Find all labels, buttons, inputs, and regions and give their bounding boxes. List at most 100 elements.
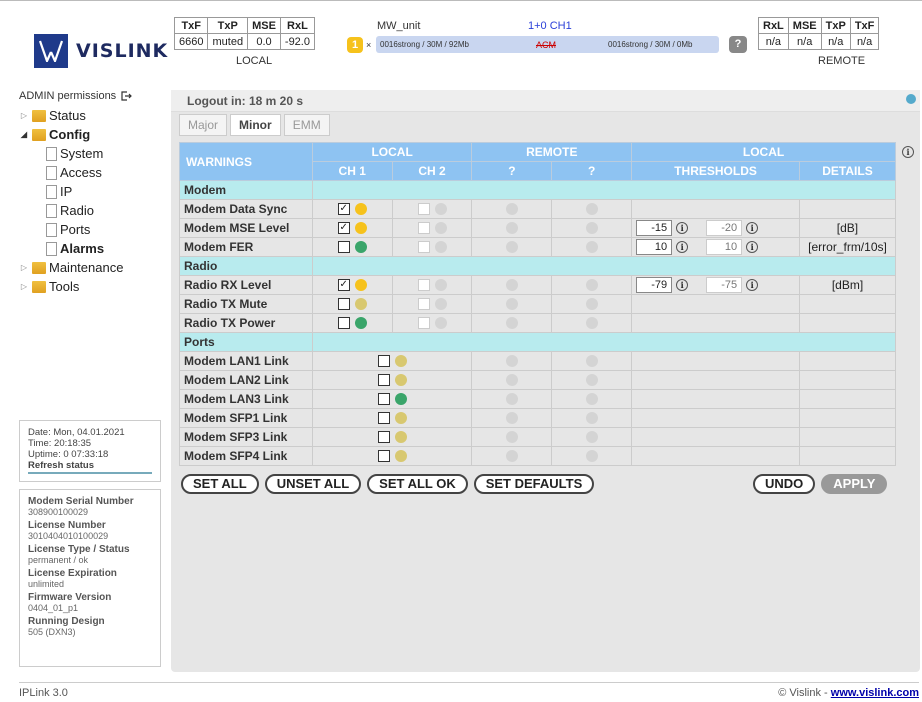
alarm-name: Modem SFP4 Link — [179, 446, 313, 466]
header-warnings: WARNINGS — [179, 142, 313, 181]
folder-icon — [32, 261, 46, 274]
alarm-name: Modem LAN2 Link — [179, 370, 313, 390]
alarm-name: Modem Data Sync — [179, 199, 313, 219]
local-value-mse: 0.0 — [247, 33, 281, 50]
alarm-checkbox[interactable] — [377, 393, 390, 405]
bulk-actions: SET ALL UNSET ALL SET ALL OK SET DEFAULT… — [181, 474, 595, 494]
threshold-input[interactable]: -15 — [636, 220, 673, 236]
alarm-checkbox[interactable] — [337, 317, 350, 329]
status-dot — [434, 222, 447, 234]
alarm-name: Modem SFP1 Link — [179, 408, 313, 428]
status-dot — [434, 298, 447, 310]
tab-emm[interactable]: EMM — [283, 114, 330, 136]
page-icon — [46, 146, 57, 161]
status-dot — [585, 241, 598, 253]
local-value-txf: 6660 — [173, 33, 209, 50]
info-value: 308900100029 — [28, 507, 89, 517]
threshold-input[interactable]: 10 — [636, 239, 673, 255]
nav-access[interactable]: Access — [19, 163, 161, 182]
remote-link-rate: 0016strong / 30M / 0Mb — [608, 40, 693, 49]
local-stats-table: TxF TxP MSE RxL 6660 muted 0.0 -92.0 — [173, 17, 315, 50]
status-dot — [505, 431, 518, 443]
info-icon[interactable]: i — [676, 279, 689, 291]
nav-ports[interactable]: Ports — [19, 220, 161, 239]
alarm-checkbox[interactable] — [377, 450, 390, 462]
info-icon[interactable]: i — [676, 222, 689, 234]
set-all-button[interactable]: SET ALL — [181, 474, 259, 494]
nav-ip[interactable]: IP — [19, 182, 161, 201]
nav-maintenance[interactable]: ▷ Maintenance — [19, 258, 161, 277]
alarm-checkbox[interactable]: ✓ — [337, 203, 350, 215]
apply-button[interactable]: APPLY — [821, 474, 888, 494]
info-icon[interactable]: i — [746, 241, 759, 253]
status-dot — [585, 450, 598, 462]
refresh-status-link[interactable]: Refresh status — [28, 460, 152, 474]
info-icon[interactable]: i — [746, 279, 759, 291]
status-box: Date: Mon, 04.01.2021 Time: 20:18:35 Upt… — [19, 420, 161, 482]
expand-icon: ▷ — [20, 111, 28, 120]
tab-major[interactable]: Major — [179, 114, 228, 136]
alarm-checkbox[interactable] — [377, 431, 390, 443]
alarm-checkbox-disabled — [417, 279, 430, 291]
local-header-rxl: RxL — [279, 17, 315, 34]
info-icon[interactable]: i — [746, 222, 759, 234]
tab-strip: Major Minor EMM — [179, 114, 330, 136]
logout-icon[interactable] — [120, 90, 133, 102]
alarm-name: Modem SFP3 Link — [179, 427, 313, 447]
alarm-name: Modem LAN1 Link — [179, 351, 313, 371]
status-dot — [585, 203, 598, 215]
copyright-text: © Vislink - — [778, 687, 831, 699]
help-button[interactable]: ? — [729, 36, 747, 53]
status-dot — [434, 317, 447, 329]
local-header-txf: TxF — [173, 17, 209, 34]
alarm-checkbox[interactable] — [377, 355, 390, 367]
alarm-name: Radio TX Power — [179, 313, 313, 333]
tab-minor[interactable]: Minor — [230, 114, 281, 136]
set-all-ok-button[interactable]: SET ALL OK — [367, 474, 468, 494]
status-dot — [505, 374, 518, 386]
alarm-name: Modem LAN3 Link — [179, 389, 313, 409]
footer: IPLink 3.0 © Vislink - www.vislink.com — [19, 682, 919, 699]
header-thresholds: THRESHOLDS — [631, 161, 800, 181]
info-value: 3010404010100029 — [28, 531, 109, 541]
status-dot — [434, 203, 447, 215]
status-dot — [585, 393, 598, 405]
undo-button[interactable]: UNDO — [753, 474, 816, 494]
alarm-checkbox[interactable]: ✓ — [337, 279, 350, 291]
table-row: Modem Data Sync ✓ — [179, 199, 897, 219]
nav-status[interactable]: ▷ Status — [19, 106, 161, 125]
alarm-checkbox[interactable] — [377, 412, 390, 424]
nav-alarms[interactable]: Alarms — [19, 239, 161, 258]
logout-bar: Logout in: 18 m 20 s — [171, 90, 920, 112]
alarm-checkbox-disabled — [417, 317, 430, 329]
page-icon — [46, 165, 57, 180]
status-dot — [505, 450, 518, 462]
alarm-checkbox[interactable] — [337, 241, 350, 253]
info-icon[interactable]: i — [902, 146, 914, 158]
link-count-badge[interactable]: 1 — [347, 37, 363, 53]
header-remote: REMOTE — [471, 142, 633, 162]
nav-radio[interactable]: Radio — [19, 201, 161, 220]
info-key: Modem Serial Number — [28, 496, 134, 507]
set-defaults-button[interactable]: SET DEFAULTS — [473, 474, 595, 494]
nav-config[interactable]: ◢ Config — [19, 125, 161, 144]
alarm-checkbox[interactable] — [377, 374, 390, 386]
threshold-input[interactable]: -79 — [636, 277, 673, 293]
status-dot — [505, 222, 518, 234]
unset-all-button[interactable]: UNSET ALL — [264, 474, 362, 494]
threshold-readonly: 10 — [706, 239, 743, 255]
status-dot — [585, 355, 598, 367]
settings-icon[interactable] — [906, 94, 916, 104]
info-icon[interactable]: i — [676, 241, 689, 253]
info-value: 505 (DXN3) — [28, 627, 76, 637]
remote-value-mse: n/a — [787, 33, 822, 50]
nav-system[interactable]: System — [19, 144, 161, 163]
alarm-checkbox-disabled — [417, 203, 430, 215]
alarm-checkbox[interactable]: ✓ — [337, 222, 350, 234]
vislink-website-link[interactable]: www.vislink.com — [831, 687, 919, 699]
nav-tools[interactable]: ▷ Tools — [19, 277, 161, 296]
section-title: Ports — [179, 332, 313, 352]
section-title: Modem — [179, 180, 313, 200]
alarm-checkbox[interactable] — [337, 298, 350, 310]
status-dot — [434, 241, 447, 253]
